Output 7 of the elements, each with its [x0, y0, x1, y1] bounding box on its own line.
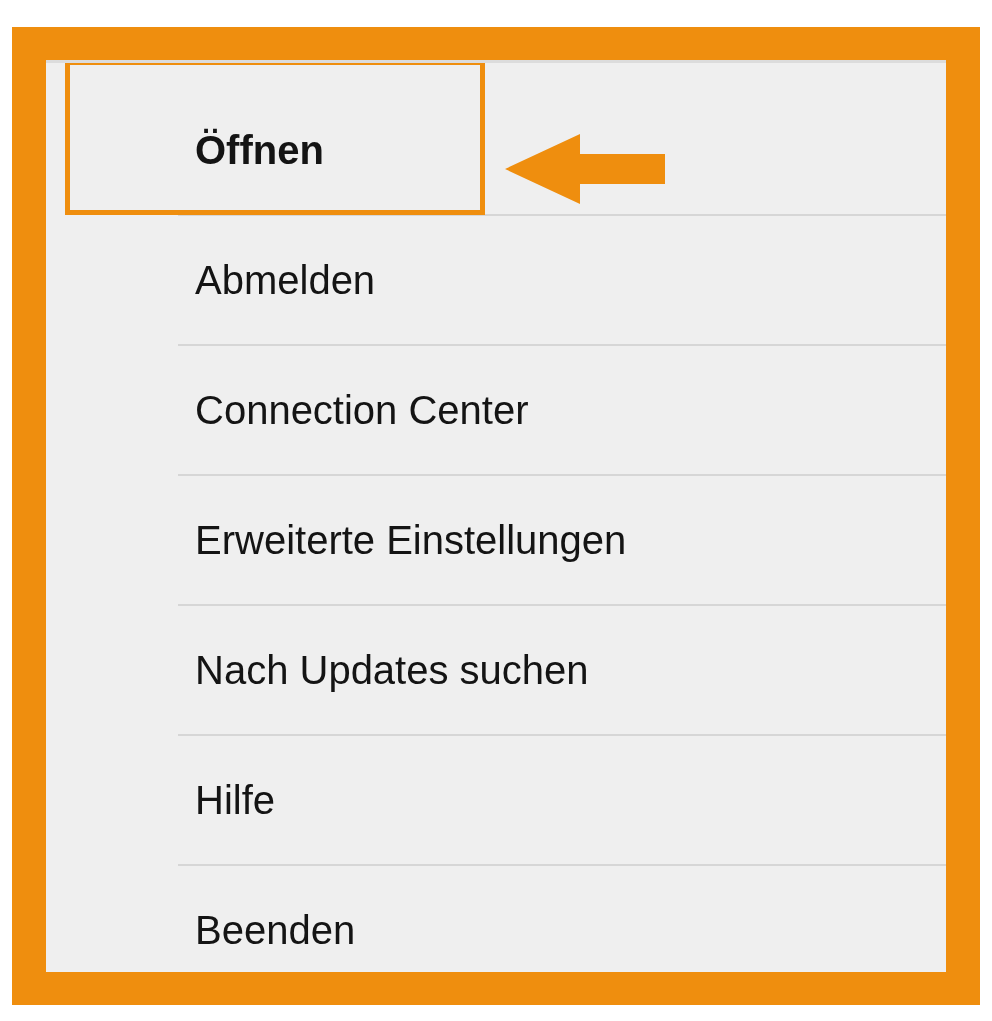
- menu-item[interactable]: Connection Center: [178, 387, 529, 433]
- menu-item[interactable]: Öffnen: [178, 127, 324, 173]
- menu-item[interactable]: Nach Updates suchen: [178, 647, 589, 693]
- menu-item[interactable]: Hilfe: [178, 777, 276, 823]
- menu-item[interactable]: Beenden: [178, 907, 356, 953]
- menu-item[interactable]: Erweiterte Einstellungen: [178, 517, 627, 563]
- menu-item[interactable]: Abmelden: [178, 257, 376, 303]
